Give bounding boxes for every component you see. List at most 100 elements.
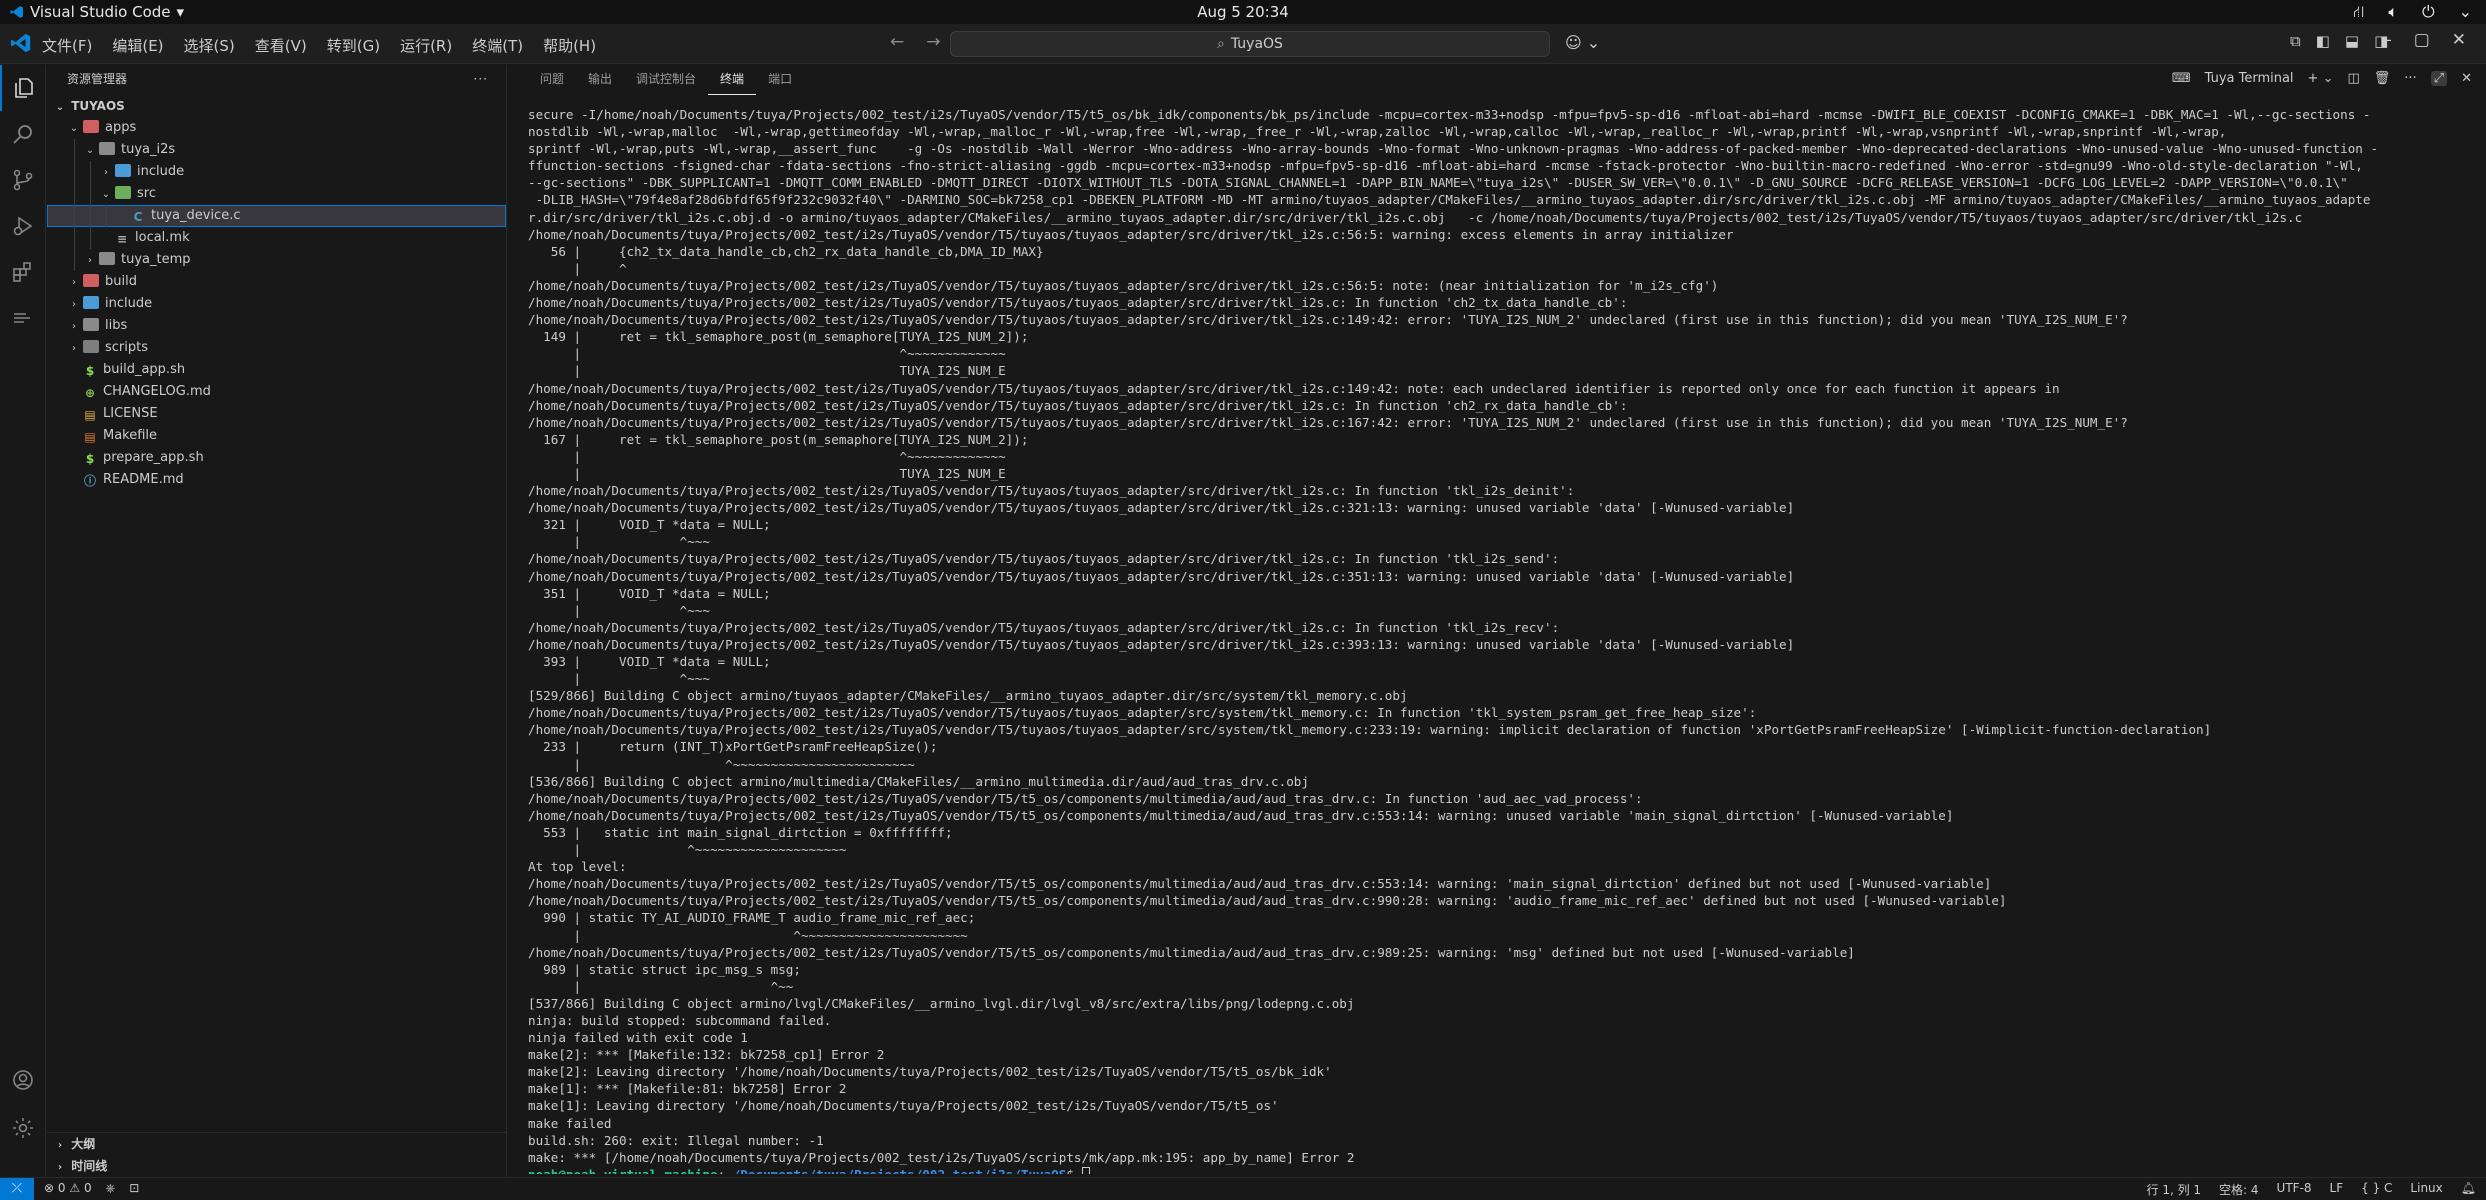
panel-tab[interactable]: 端口 xyxy=(756,65,804,95)
os-clock[interactable]: Aug 5 20:34 xyxy=(1197,3,1289,21)
terminal-line: | ^~~~ xyxy=(528,534,710,550)
terminal-line: --gc-sections" -DBK_SUPPLICANT=1 -DMQTT_… xyxy=(528,175,2348,191)
indent-guide xyxy=(90,205,91,227)
terminal-line: /home/noah/Documents/tuya/Projects/002_t… xyxy=(528,893,2007,909)
source-control-icon[interactable] xyxy=(0,157,46,203)
folder-icon xyxy=(83,340,99,353)
tree-folder[interactable]: ⌄ apps xyxy=(47,117,506,139)
customize-layout-icon[interactable]: ⧉ xyxy=(2290,32,2301,50)
tree-folder[interactable]: › scripts xyxy=(47,337,506,359)
menu-item[interactable]: 文件(F) xyxy=(42,35,92,56)
run-debug-icon[interactable] xyxy=(0,203,46,249)
terminal-line: At top level: xyxy=(528,859,627,875)
platform-indicator[interactable]: Linux xyxy=(2410,1181,2442,1198)
chevron-right-icon: › xyxy=(72,321,76,332)
tree-folder[interactable]: ⌄ tuya_i2s xyxy=(47,139,506,161)
more-actions-icon[interactable]: ··· xyxy=(2404,71,2416,86)
tuya-wind-ide-icon[interactable] xyxy=(0,295,46,341)
terminal-line: 167 | ret = tkl_semaphore_post(m_semapho… xyxy=(528,431,1029,447)
tree-folder[interactable]: › tuya_temp xyxy=(47,249,506,271)
terminal-line: /home/noah/Documents/tuya/Projects/002_t… xyxy=(528,295,1628,311)
terminal-toggle-icon[interactable]: ⊡ xyxy=(129,1181,139,1196)
terminal-line: /home/noah/Documents/tuya/Projects/002_t… xyxy=(528,414,2128,430)
timeline-section[interactable]: › 时间线 xyxy=(47,1155,506,1177)
settings-gear-icon[interactable] xyxy=(0,1105,46,1151)
tree-file[interactable]: ▤ Makefile xyxy=(47,425,506,447)
encoding[interactable]: UTF-8 xyxy=(2277,1181,2312,1198)
account-icon[interactable] xyxy=(0,1057,46,1103)
terminal-prompt[interactable]: noah@noah-virtual-machine:~/Documents/tu… xyxy=(528,1166,2478,1174)
chevron-down-icon[interactable]: ⌄ xyxy=(2459,2,2472,23)
menu-item[interactable]: 运行(R) xyxy=(400,35,452,56)
tree-file[interactable]: ⊕ CHANGELOG.md xyxy=(47,381,506,403)
tree-folder[interactable]: › include xyxy=(47,293,506,315)
power-icon[interactable]: ⏻ xyxy=(2422,2,2435,23)
tree-file[interactable]: ▤ LICENSE xyxy=(47,403,506,425)
tree-folder[interactable]: › build xyxy=(47,271,506,293)
broadcast-icon[interactable]: ⎈ xyxy=(106,1181,116,1196)
terminal-output[interactable]: secure -I/home/noah/Documents/tuya/Proje… xyxy=(528,106,2478,1174)
outline-section[interactable]: › 大纲 xyxy=(47,1133,506,1155)
toggle-primary-sidebar-icon[interactable]: ◧ xyxy=(2316,32,2330,50)
terminal-line: /home/noah/Documents/tuya/Projects/002_t… xyxy=(528,636,1795,652)
terminal-line: /home/noah/Documents/tuya/Projects/002_t… xyxy=(528,551,1560,567)
maximize-icon[interactable]: ▢ xyxy=(2414,30,2430,50)
more-actions-icon[interactable]: ··· xyxy=(474,65,488,93)
forward-arrow-icon[interactable]: → xyxy=(926,32,940,52)
menu-item[interactable]: 查看(V) xyxy=(255,35,307,56)
workspace-root[interactable]: ⌄ TUYAOS xyxy=(47,95,506,117)
volume-icon[interactable]: 🔈︎ xyxy=(2388,2,2398,23)
menu-item[interactable]: 转到(G) xyxy=(327,35,380,56)
cursor-position[interactable]: 行 1, 列 1 xyxy=(2147,1181,2202,1198)
copilot-icon[interactable]: ☺ ⌄ xyxy=(1565,33,1600,52)
maximize-panel-icon[interactable]: ⤢ xyxy=(2430,71,2448,86)
menu-item[interactable]: 终端(T) xyxy=(472,35,523,56)
c-file-icon: C xyxy=(133,210,143,224)
prompt-symbol: $ xyxy=(1066,1167,1081,1174)
notifications-bell-icon[interactable]: 🔔︎ xyxy=(2461,1181,2476,1198)
close-icon[interactable]: ✕ xyxy=(2452,30,2466,50)
tree-folder[interactable]: › libs xyxy=(47,315,506,337)
search-icon[interactable] xyxy=(0,111,46,157)
minimize-icon[interactable]: – xyxy=(2383,30,2392,50)
terminal-line: ninja failed with exit code 1 xyxy=(528,1030,748,1046)
menu-item[interactable]: 选择(S) xyxy=(184,35,235,56)
panel-tab[interactable]: 调试控制台 xyxy=(624,65,708,95)
panel-tab[interactable]: 终端 xyxy=(708,65,757,95)
tree-folder[interactable]: › include xyxy=(47,161,506,183)
tree-file[interactable]: Ctuya_device.c xyxy=(47,205,506,227)
terminal-line: r.dir/src/driver/tkl_i2s.c.obj.d -o armi… xyxy=(528,209,2303,225)
split-terminal-icon[interactable]: ◫ xyxy=(2347,71,2359,86)
tree-folder[interactable]: ⌄ src xyxy=(47,183,506,205)
extensions-icon[interactable] xyxy=(0,249,46,295)
indent-guide xyxy=(90,183,91,205)
tree-file[interactable]: $ build_app.sh xyxy=(47,359,506,381)
close-panel-icon[interactable]: ✕ xyxy=(2461,71,2472,86)
command-center-search[interactable]: ⌕ TuyaOS xyxy=(950,31,1550,57)
panel-tab[interactable]: 问题 xyxy=(528,65,576,95)
network-icon[interactable]: ⛙ xyxy=(2353,2,2364,23)
menu-item[interactable]: 编辑(E) xyxy=(112,35,163,56)
menu-item[interactable]: 帮助(H) xyxy=(543,35,596,56)
end-of-line[interactable]: LF xyxy=(2330,1181,2344,1198)
panel-tab[interactable]: 输出 xyxy=(576,65,624,95)
tree-file[interactable]: ⓘ README.md xyxy=(47,469,506,491)
new-terminal-icon[interactable]: + ⌄ xyxy=(2308,71,2334,86)
indent-guide xyxy=(74,183,75,205)
back-arrow-icon[interactable]: ← xyxy=(890,32,904,52)
kill-terminal-icon[interactable]: 🗑︎ xyxy=(2374,71,2391,86)
terminal-line: | ^~~~ xyxy=(528,671,710,687)
terminal-line: [536/866] Building C object armino/multi… xyxy=(528,773,1309,789)
tree-file[interactable]: ≡ local.mk xyxy=(47,227,506,249)
remote-indicator-icon[interactable]: ⤫ xyxy=(0,1178,34,1200)
indentation[interactable]: 空格: 4 xyxy=(2219,1181,2259,1198)
terminal-name[interactable]: Tuya Terminal xyxy=(2205,71,2294,86)
problems-indicator[interactable]: ⊗ 0 ⚠ 0 xyxy=(44,1181,92,1196)
os-tray[interactable]: ⛙ 🔈︎ ⏻ ⌄ xyxy=(2353,2,2472,23)
language-mode[interactable]: { } C xyxy=(2361,1181,2392,1198)
tree-file[interactable]: $ prepare_app.sh xyxy=(47,447,506,469)
explorer-icon[interactable] xyxy=(0,65,46,111)
toggle-panel-icon[interactable]: ⬓ xyxy=(2345,32,2359,50)
error-count: 0 xyxy=(57,1181,66,1195)
terminal-line: make failed xyxy=(528,1115,612,1131)
